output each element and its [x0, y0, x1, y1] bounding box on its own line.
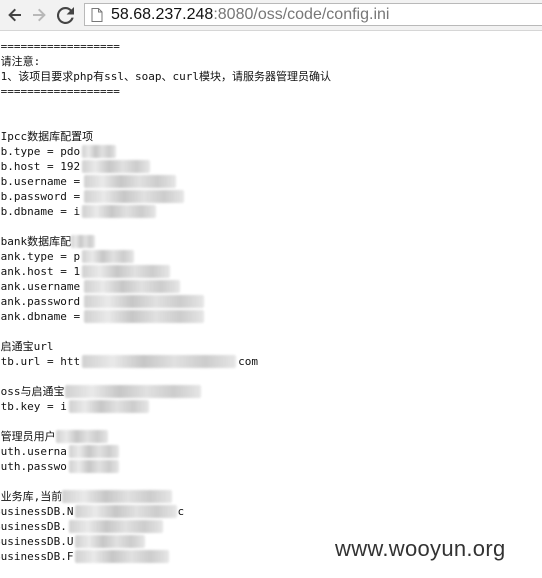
config-key: bank.password [0, 295, 81, 308]
redacted-value [82, 205, 157, 218]
redacted-value [75, 535, 146, 548]
page-icon [91, 8, 103, 22]
value-suffix: c [177, 505, 185, 518]
config-key: BusinessDB.F [0, 550, 74, 563]
biz-section-heading: ;业务库,当前 [0, 489, 173, 504]
config-key: db.password = [0, 190, 81, 203]
watermark: www.wooyun.org [335, 536, 506, 561]
config-line: db.host = 192 [0, 159, 151, 174]
config-line: bank.host = 1 [0, 264, 171, 279]
redacted-value [84, 295, 205, 308]
redacted-value [82, 355, 237, 368]
oss-section-heading: ;oss与启通宝 [0, 384, 201, 399]
config-key: bank.username [0, 280, 81, 293]
url-suffix: com [238, 355, 258, 368]
redacted-value [75, 550, 170, 563]
redacted-value [82, 265, 171, 278]
config-line: BusinessDB.U [0, 534, 146, 549]
config-key: qtb.url = htt [0, 355, 81, 368]
config-line: bank.username [0, 279, 181, 294]
redacted-value [55, 430, 108, 443]
config-line: BusinessDB.F [0, 549, 170, 564]
config-key: qtb.key = i [0, 400, 67, 413]
config-key: BusinessDB. [0, 520, 67, 533]
config-line: qtb.key = i [0, 399, 149, 414]
redacted-value [68, 400, 149, 413]
config-key: bank.dbname = [0, 310, 81, 323]
config-key: db.dbname = i [0, 205, 81, 218]
redacted-value [84, 190, 185, 203]
config-key: BusinessDB.U [0, 535, 74, 548]
config-key: auth.userna [0, 445, 67, 458]
config-line: bank.dbname = [0, 309, 205, 324]
url-text: 58.68.237.248:8080/oss/code/config.ini [111, 6, 389, 24]
config-line: db.dbname = i [0, 204, 157, 219]
header-rule-bottom: ;================== [0, 85, 120, 98]
admin-section-heading: ;管理员用户 [0, 429, 108, 444]
redacted-value [71, 235, 96, 248]
redacted-value [75, 505, 178, 518]
config-line: BusinessDB.N c [0, 504, 184, 519]
redacted-value [82, 160, 151, 173]
address-bar[interactable]: 58.68.237.248:8080/oss/code/config.ini [84, 3, 542, 26]
redacted-value [64, 385, 201, 398]
config-key: auth.passwo [0, 460, 67, 473]
config-line: db.username = [0, 174, 177, 189]
notice-body: ;1、该项目要求php有ssl、soap、curl模块，请服务器管理员确认 [0, 70, 331, 83]
config-line: db.password = [0, 189, 185, 204]
config-file-content: ;================== ;请注意: ;1、该项目要求php有ss… [0, 32, 542, 578]
config-key: BusinessDB.N [0, 505, 74, 518]
section-label: ;业务库,当前 [0, 490, 63, 503]
redacted-value [62, 490, 173, 503]
reload-icon [56, 6, 74, 24]
config-line: bank.password [0, 294, 205, 309]
config-key: db.host = 192 [0, 160, 81, 173]
redacted-value [82, 145, 117, 158]
config-line: qtb.url = htt com [0, 354, 258, 369]
config-line: auth.userna [0, 444, 119, 459]
config-line: bank.type = p [0, 249, 135, 264]
config-key: bank.host = 1 [0, 265, 81, 278]
section-label: ;oss与启通宝 [0, 385, 65, 398]
redacted-value [68, 520, 163, 533]
redacted-value [68, 460, 119, 473]
section-label: ;bank数据库配 [0, 235, 72, 248]
forward-arrow-icon [33, 8, 46, 22]
bank-section-heading: ;bank数据库配 [0, 234, 96, 249]
back-arrow-icon [8, 8, 21, 22]
redacted-value [84, 310, 205, 323]
redacted-value [82, 250, 135, 263]
config-line: auth.passwo [0, 459, 119, 474]
url-host: 58.68.237.248 [111, 6, 214, 23]
config-line: BusinessDB. [0, 519, 163, 534]
qtb-section-heading: ;启通宝url [0, 340, 54, 353]
config-key: db.type = pdo [0, 145, 81, 158]
url-path: :8080/oss/code/config.ini [213, 6, 390, 23]
ipcc-section-heading: ;Ipcc数据库配置项 [0, 130, 94, 143]
config-line: db.type = pdo [0, 144, 117, 159]
section-label: ;管理员用户 [0, 430, 56, 443]
header-rule-top: ;================== [0, 40, 120, 53]
config-key: bank.type = p [0, 250, 81, 263]
browser-toolbar: 58.68.237.248:8080/oss/code/config.ini [0, 0, 542, 31]
reload-button[interactable] [54, 4, 76, 26]
redacted-value [84, 175, 177, 188]
redacted-value [84, 280, 181, 293]
redacted-value [68, 445, 119, 458]
config-key: db.username = [0, 175, 81, 188]
back-button[interactable] [4, 4, 26, 26]
notice-title: ;请注意: [0, 55, 41, 68]
forward-button[interactable] [28, 4, 50, 26]
